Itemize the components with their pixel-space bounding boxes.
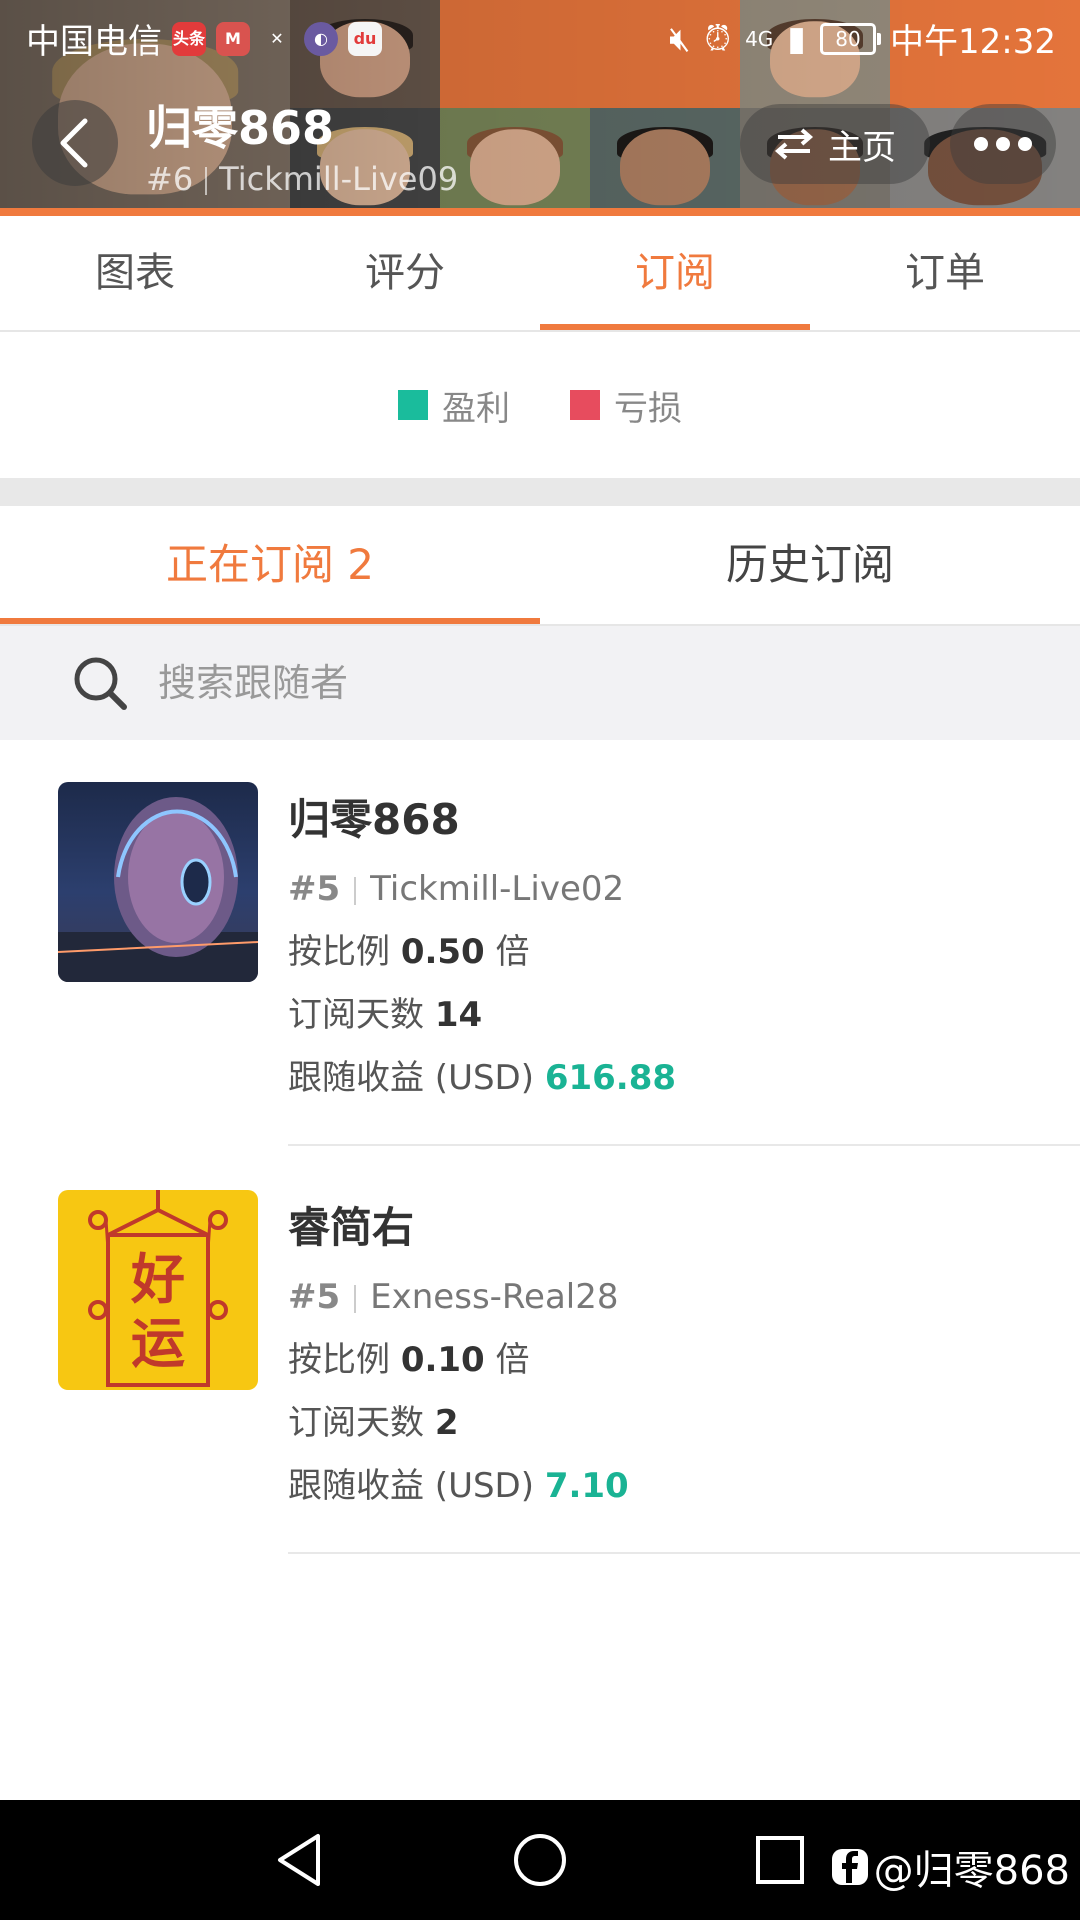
follower-account: #5 Exness-Real28 <box>288 1266 629 1329</box>
clock-label: 中午12:32 <box>890 22 1056 62</box>
legend-loss: 亏损 <box>570 381 682 430</box>
tab-history-subscriptions[interactable]: 历史订阅 <box>540 506 1080 624</box>
tab-chart[interactable]: 图表 <box>0 216 270 330</box>
follower-avatar <box>58 782 258 982</box>
swap-icon <box>774 128 814 160</box>
ratio-label: 按比例 <box>288 932 390 972</box>
app-notification-icon: ◐ <box>304 21 338 56</box>
legend-profit-label: 盈利 <box>442 388 510 429</box>
profile-name: 归零868 <box>146 101 335 155</box>
profile-subtitle: #6 Tickmill-Live09 <box>146 160 458 198</box>
ratio-unit: 倍 <box>495 1340 530 1380</box>
follower-avatar: 好 运 <box>58 1190 258 1390</box>
days-label: 订阅天数 <box>288 1403 424 1443</box>
toutiao-app-icon: 头条 <box>172 21 206 56</box>
watermark: @归零868 <box>830 1838 1070 1896</box>
loss-swatch <box>570 390 600 420</box>
more-dot-icon <box>996 137 1010 151</box>
main-tab-bar: 图表 评分 订阅 订单 <box>0 216 1080 332</box>
search-icon <box>74 657 127 710</box>
follower-days: 订阅天数 14 <box>288 984 676 1047</box>
more-button[interactable] <box>950 104 1056 184</box>
follower-ratio: 按比例 0.50 倍 <box>288 921 676 984</box>
thumb-text-top: 好 <box>130 1247 185 1311</box>
tab-current-subscriptions[interactable]: 正在订阅 2 <box>0 506 540 624</box>
carrier-label: 中国电信 <box>26 22 162 62</box>
follower-days: 订阅天数 2 <box>288 1392 629 1455</box>
legend-profit: 盈利 <box>398 381 510 430</box>
follower-server: Tickmill-Live02 <box>370 869 625 909</box>
legend-loss-label: 亏损 <box>614 388 682 429</box>
home-button[interactable]: 主页 <box>740 104 930 184</box>
days-value: 2 <box>434 1403 459 1443</box>
ratio-value: 0.50 <box>400 932 485 972</box>
notification-icon: ✕ <box>270 28 284 48</box>
search-bar <box>0 626 1080 740</box>
follower-profit: 跟随收益 (USD) 7.10 <box>288 1455 629 1518</box>
profit-swatch <box>398 390 428 420</box>
follower-name: 归零868 <box>288 795 460 844</box>
section-divider <box>0 478 1080 506</box>
network-label: 4G <box>745 26 774 51</box>
signal-icon: ▮ <box>787 18 807 59</box>
profit-label: 跟随收益 (USD) <box>288 1058 534 1098</box>
list-divider <box>288 1552 1080 1554</box>
back-button[interactable] <box>32 100 118 186</box>
days-value: 14 <box>434 995 483 1035</box>
list-item[interactable]: 好 运 睿简右 #5 Exness-Real28 按比例 0.10 倍 订阅天数 … <box>0 1190 1080 1598</box>
battery-indicator: 80 <box>820 22 882 55</box>
ratio-value: 0.10 <box>400 1340 485 1380</box>
follower-info: 归零868 #5 Tickmill-Live02 按比例 0.50 倍 订阅天数 … <box>288 782 676 1110</box>
system-nav-bar: @归零868 <box>0 1800 1080 1920</box>
mute-icon: 🔇︎ <box>669 18 691 59</box>
nav-recents-icon[interactable] <box>750 1830 810 1890</box>
thumb-text-bottom: 运 <box>131 1311 185 1375</box>
header-accent-line <box>0 208 1080 216</box>
alarm-icon: ⏰︎ <box>704 18 732 59</box>
ratio-label: 按比例 <box>288 1340 390 1380</box>
list-item[interactable]: 归零868 #5 Tickmill-Live02 按比例 0.50 倍 订阅天数 … <box>0 782 1080 1190</box>
facebook-icon <box>831 1849 868 1885</box>
metro-app-icon: M <box>216 21 250 56</box>
follower-rank: #5 <box>288 1277 341 1317</box>
follower-rank: #5 <box>288 869 341 909</box>
follower-ratio: 按比例 0.10 倍 <box>288 1329 629 1392</box>
more-dot-icon <box>974 137 988 151</box>
days-label: 订阅天数 <box>288 995 424 1035</box>
follower-name: 睿简右 <box>288 1203 415 1252</box>
ratio-unit: 倍 <box>495 932 530 972</box>
profit-value: 616.88 <box>544 1058 677 1098</box>
home-button-label: 主页 <box>828 127 896 168</box>
profile-server: Tickmill-Live09 <box>219 160 459 198</box>
watermark-text: @归零868 <box>873 1848 1070 1894</box>
tab-rating[interactable]: 评分 <box>270 216 540 330</box>
profit-label: 跟随收益 (USD) <box>288 1466 534 1506</box>
profile-rank: #6 <box>146 160 194 198</box>
map-app-icon: du <box>348 21 382 56</box>
follower-account: #5 Tickmill-Live02 <box>288 858 676 921</box>
profit-loss-legend: 盈利 亏损 <box>0 332 1080 478</box>
follower-info: 睿简右 #5 Exness-Real28 按比例 0.10 倍 订阅天数 2 跟随… <box>288 1190 629 1518</box>
tab-subscription[interactable]: 订阅 <box>540 216 810 330</box>
tab-orders[interactable]: 订单 <box>810 216 1080 330</box>
nav-back-icon[interactable] <box>270 1830 330 1890</box>
status-bar: 中国电信 头条 M ✕ ◐ du 🔇︎ ⏰︎ 4G ▮ 80 中午12:32 <box>0 0 1080 74</box>
subscription-tab-bar: 正在订阅 2 历史订阅 <box>0 506 1080 626</box>
follower-server: Exness-Real28 <box>370 1277 619 1317</box>
follower-profit: 跟随收益 (USD) 616.88 <box>288 1047 676 1110</box>
profit-value: 7.10 <box>544 1466 629 1506</box>
profile-header: 中国电信 头条 M ✕ ◐ du 🔇︎ ⏰︎ 4G ▮ 80 中午12:32 归… <box>0 0 1080 216</box>
more-dot-icon <box>1018 137 1032 151</box>
back-arrow-icon <box>60 118 88 168</box>
list-divider <box>288 1144 1080 1146</box>
nav-home-icon[interactable] <box>510 1830 570 1890</box>
search-input[interactable] <box>156 660 860 706</box>
